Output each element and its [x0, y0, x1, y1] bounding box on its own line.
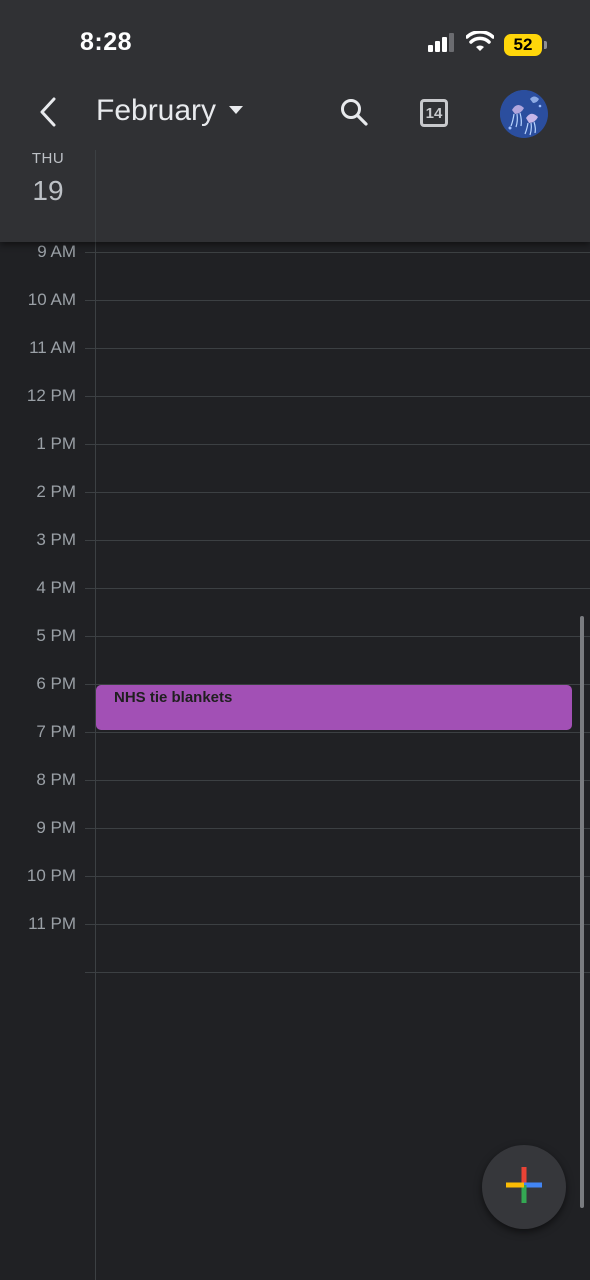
- hour-label: 9 PM: [36, 818, 76, 837]
- battery-tip: [544, 40, 547, 49]
- chevron-left-icon: [37, 96, 59, 133]
- hour-row: 9 AM: [0, 242, 590, 300]
- hour-label: 2 PM: [36, 482, 76, 501]
- hour-row: 10 PM: [0, 866, 590, 924]
- hour-gridline: [85, 972, 590, 973]
- hour-gridline: [85, 492, 590, 493]
- hour-label: 7 PM: [36, 722, 76, 741]
- today-button[interactable]: 14: [414, 93, 454, 133]
- hour-gridline: [85, 252, 590, 253]
- hour-row: [0, 972, 590, 1020]
- hour-label: 10 AM: [27, 290, 76, 309]
- hour-label: 9 AM: [37, 242, 76, 261]
- hour-label: 3 PM: [36, 530, 76, 549]
- scrollbar[interactable]: [580, 616, 584, 1208]
- calendar-today-icon: 14: [420, 99, 448, 127]
- time-grid[interactable]: 9 AM 10 AM 11 AM 12 PM 1 PM 2 PM 3 PM 4: [0, 242, 590, 1280]
- hour-label: 4 PM: [36, 578, 76, 597]
- hour-row: 10 AM: [0, 290, 590, 348]
- event-title: NHS tie blankets: [114, 689, 233, 706]
- hour-gridline: [85, 732, 590, 733]
- hour-gridline: [85, 780, 590, 781]
- hour-gridline: [85, 300, 590, 301]
- hour-label: 11 AM: [29, 338, 76, 357]
- hour-label: 5 PM: [36, 626, 76, 645]
- hour-row: 9 PM: [0, 818, 590, 876]
- battery-level: 52: [513, 34, 533, 54]
- status-icons: 52: [428, 30, 547, 58]
- hour-row: 11 AM: [0, 338, 590, 396]
- google-plus-icon: [505, 1166, 543, 1209]
- hour-row: 11 PM: [0, 914, 590, 972]
- hour-label: 12 PM: [26, 386, 76, 405]
- hour-gridline: [85, 924, 590, 925]
- search-button[interactable]: [334, 94, 374, 134]
- create-event-button[interactable]: [482, 1145, 566, 1229]
- back-button[interactable]: [28, 92, 68, 136]
- month-selector[interactable]: February: [96, 94, 244, 128]
- hour-gridline: [85, 828, 590, 829]
- header-divider: [95, 150, 96, 242]
- hour-row: 1 PM: [0, 434, 590, 492]
- battery-icon: 52: [504, 33, 547, 56]
- jellyfish-avatar-icon: [500, 90, 548, 138]
- hour-gridline: [85, 396, 590, 397]
- hour-row: 5 PM: [0, 626, 590, 684]
- hour-label: 11 PM: [28, 914, 76, 933]
- hour-row: 4 PM: [0, 578, 590, 636]
- day-name: THU: [31, 150, 65, 167]
- app-header: 8:28 52 February 14 THU 19: [0, 0, 590, 242]
- event-card[interactable]: NHS tie blankets: [96, 685, 572, 730]
- search-icon: [339, 97, 369, 132]
- hour-row: 8 PM: [0, 770, 590, 828]
- hour-label: 10 PM: [26, 866, 76, 885]
- hour-gridline: [85, 444, 590, 445]
- account-avatar[interactable]: [500, 90, 548, 138]
- hour-label: 1 PM: [36, 434, 76, 453]
- hour-gridline: [85, 876, 590, 877]
- wifi-icon: [465, 30, 495, 58]
- hour-row: 3 PM: [0, 530, 590, 588]
- caret-down-icon: [228, 102, 244, 120]
- hour-gridline: [85, 588, 590, 589]
- month-label: February: [96, 94, 217, 127]
- hour-row: 7 PM: [0, 722, 590, 780]
- hour-gridline: [85, 636, 590, 637]
- hour-gridline: [85, 348, 590, 349]
- hour-row: 12 PM: [0, 386, 590, 444]
- hour-label: 6 PM: [36, 674, 76, 693]
- hour-row: 2 PM: [0, 482, 590, 540]
- today-number: 14: [425, 104, 443, 122]
- day-number: 19: [32, 175, 64, 206]
- calendar-day-view: 8:28 52 February 14 THU 19 9 AM 10 AM 11…: [0, 0, 590, 1280]
- day-header[interactable]: THU 19: [0, 150, 96, 207]
- hour-gridline: [85, 540, 590, 541]
- hour-label: 8 PM: [36, 770, 76, 789]
- status-time: 8:28: [80, 28, 133, 56]
- cellular-signal-icon: [428, 32, 456, 57]
